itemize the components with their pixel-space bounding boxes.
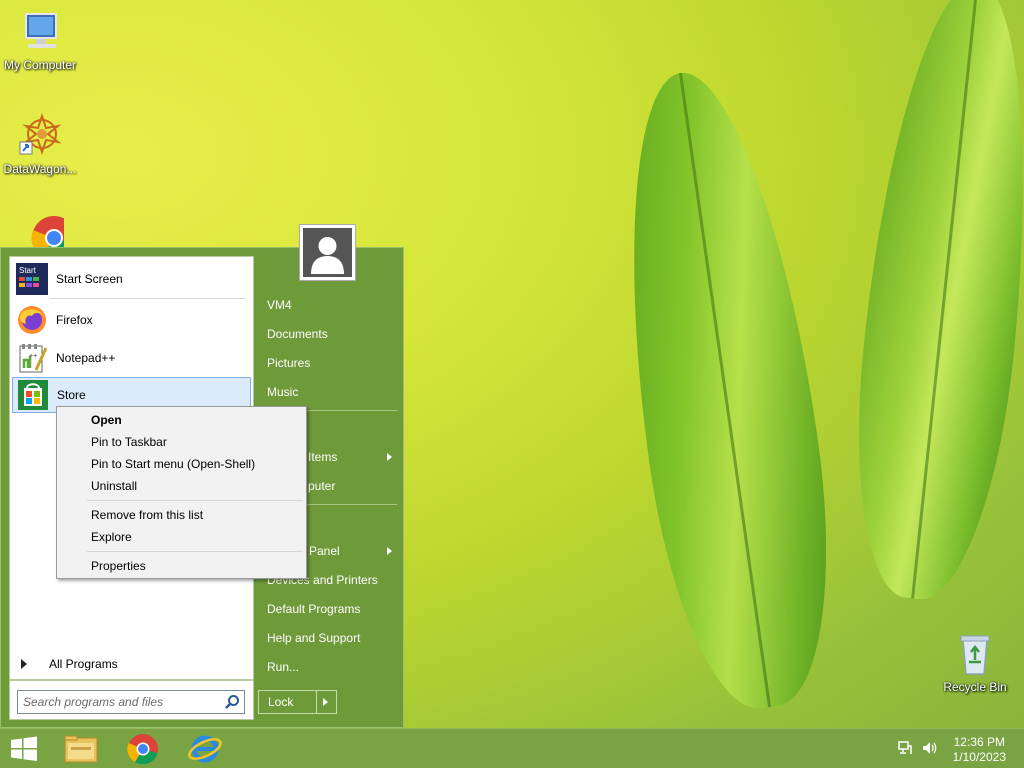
clock-time: 12:36 PM — [953, 735, 1005, 749]
right-item-user[interactable]: VM4 — [260, 292, 400, 318]
computer-icon — [16, 8, 64, 56]
desktop-icon-label: Recycle Bin — [943, 680, 1007, 694]
program-label: Store — [57, 388, 86, 402]
right-item-pictures[interactable]: Pictures — [260, 350, 400, 376]
lock-button[interactable]: Lock — [258, 690, 337, 714]
divider — [316, 691, 317, 713]
desktop-icon-recycle-bin[interactable]: Recycle Bin — [935, 630, 1015, 694]
program-label: Start Screen — [56, 272, 123, 286]
right-item-run[interactable]: Run... — [260, 654, 400, 680]
desktop-icon-my-computer[interactable]: My Computer — [0, 8, 80, 72]
context-item-open[interactable]: Open — [91, 410, 122, 430]
right-item-label: Panel — [309, 544, 340, 558]
context-item-pin-to-taskbar[interactable]: Pin to Taskbar — [91, 432, 167, 452]
folder-icon — [64, 735, 98, 763]
search-input[interactable] — [17, 690, 245, 714]
taskbar: 12:36 PM 1/10/2023 — [0, 728, 1024, 768]
user-avatar[interactable] — [299, 224, 356, 281]
chevron-right-icon[interactable] — [323, 698, 328, 706]
wallpaper-leaf-right — [838, 0, 1024, 607]
volume-icon[interactable] — [921, 740, 939, 756]
windows-logo-icon — [11, 736, 37, 761]
all-programs-label: All Programs — [49, 656, 118, 671]
all-programs-button[interactable]: All Programs — [9, 648, 254, 680]
program-item-notepad-plus-plus[interactable]: ++ Notepad++ — [12, 340, 251, 376]
taskbar-internet-explorer[interactable] — [181, 729, 229, 768]
context-item-explore[interactable]: Explore — [91, 527, 132, 547]
taskbar-file-explorer[interactable] — [57, 729, 105, 768]
right-item-label: VM4 — [267, 298, 292, 312]
network-icon[interactable] — [897, 740, 913, 756]
program-item-firefox[interactable]: Firefox — [12, 302, 251, 338]
lock-button-label: Lock — [268, 695, 294, 709]
context-divider — [87, 551, 303, 552]
divider — [50, 298, 245, 299]
start-screen-icon: Start — [16, 263, 48, 295]
svg-text:++: ++ — [29, 353, 37, 360]
context-item-uninstall[interactable]: Uninstall — [91, 476, 137, 496]
right-item-label: Run... — [267, 660, 300, 674]
clock-date: 1/10/2023 — [952, 750, 1006, 764]
svg-text:Start: Start — [19, 266, 37, 275]
chevron-right-icon — [387, 453, 392, 461]
desktop-icon-chrome[interactable] — [0, 212, 80, 248]
datawagon-icon — [16, 112, 64, 160]
desktop-icon-datawagon[interactable]: DataWagon... — [0, 112, 80, 176]
program-label: Notepad++ — [56, 351, 116, 365]
right-item-help-and-support[interactable]: Help and Support — [260, 625, 400, 651]
chevron-right-icon — [387, 547, 392, 555]
search-icon[interactable] — [224, 694, 240, 710]
desktop-icon-label: DataWagon... — [3, 162, 77, 176]
right-item-label: Help and Support — [267, 631, 361, 645]
firefox-icon — [16, 304, 48, 336]
recycle-bin-icon — [951, 630, 999, 678]
program-item-start-screen[interactable]: Start Start Screen — [12, 261, 251, 297]
start-button[interactable] — [0, 729, 48, 768]
taskbar-chrome[interactable] — [119, 729, 167, 768]
context-item-properties[interactable]: Properties — [91, 556, 146, 576]
chrome-icon — [16, 212, 76, 248]
context-item-pin-to-start-menu[interactable]: Pin to Start menu (Open-Shell) — [91, 454, 255, 474]
right-item-label: Pictures — [267, 356, 311, 370]
right-item-default-programs[interactable]: Default Programs — [260, 596, 400, 622]
context-menu: Open Pin to Taskbar Pin to Start menu (O… — [56, 406, 307, 579]
context-item-remove-from-list[interactable]: Remove from this list — [91, 505, 203, 525]
user-silhouette-icon — [303, 228, 352, 277]
context-divider — [87, 500, 303, 501]
right-item-label: Default Programs — [267, 602, 361, 616]
chrome-icon — [127, 734, 158, 765]
right-item-documents[interactable]: Documents — [260, 321, 400, 347]
system-clock[interactable]: 12:36 PM 1/10/2023 — [953, 735, 1006, 765]
right-item-label: Documents — [267, 327, 328, 341]
notepad-plus-plus-icon: ++ — [16, 342, 48, 374]
internet-explorer-icon — [188, 735, 222, 763]
search-box — [9, 680, 254, 720]
triangle-right-icon — [21, 658, 27, 669]
right-item-music[interactable]: Music — [260, 379, 400, 405]
program-label: Firefox — [56, 313, 93, 327]
right-item-label: Music — [267, 385, 299, 399]
desktop-icon-label: My Computer — [3, 58, 77, 72]
right-item-label: Items — [308, 450, 338, 464]
store-icon — [17, 379, 49, 411]
wallpaper-leaf-left — [596, 61, 854, 719]
right-item-label: puter — [308, 479, 336, 493]
